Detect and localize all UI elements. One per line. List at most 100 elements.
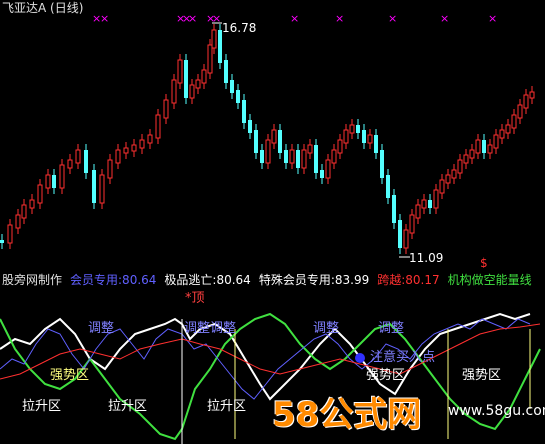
candle-body	[207, 44, 213, 74]
top-label: *顶	[185, 291, 205, 306]
candle-body	[29, 199, 35, 209]
candle-body	[171, 79, 177, 104]
candle-body	[67, 159, 73, 169]
member-value: 会员专用:80.64	[70, 273, 157, 287]
window-title: 飞亚达A (日线)	[2, 1, 84, 15]
candle-body	[278, 130, 282, 153]
candle-body	[374, 135, 378, 153]
dollar-marker: $	[480, 256, 488, 268]
escape-value: 极品逃亡:80.64	[164, 273, 251, 287]
candle-body	[99, 174, 105, 204]
candle-body	[331, 149, 337, 164]
watermark-logo: 58公式网	[272, 395, 422, 435]
special-value: 特殊会员专用:83.99	[258, 273, 370, 287]
pull-zone-label-2: 拉升区	[108, 399, 148, 414]
watermark-url: www.58gu.com	[448, 403, 545, 419]
candle-body	[439, 179, 445, 194]
candle-body	[469, 149, 475, 159]
strong-zone-label-1: 强势区	[50, 368, 90, 383]
candle-body	[421, 199, 427, 209]
candle-body	[265, 139, 271, 164]
candle-body	[84, 150, 88, 173]
watermark: 58公式网 www.58gu.com	[272, 385, 545, 435]
inst-label: 机构做空能量线	[447, 273, 532, 287]
candle-body	[37, 184, 43, 204]
candle-body	[195, 79, 201, 89]
adjust-label-2: 调整调整	[184, 321, 237, 336]
candle-body	[337, 139, 343, 154]
buy-point-label: 注意买入点	[370, 350, 436, 365]
candle-body	[403, 229, 409, 249]
candle-body	[242, 100, 246, 123]
candle-body	[314, 145, 318, 173]
candle-body	[409, 214, 415, 234]
pull-zone-label-1: 拉升区	[22, 399, 62, 414]
candle-body	[284, 150, 288, 163]
candle-body	[499, 129, 505, 139]
candle-body	[236, 90, 240, 103]
candle-body	[147, 134, 153, 144]
high-price-label: 16.78	[222, 21, 257, 35]
candle-body	[301, 149, 307, 169]
candle-body	[224, 60, 228, 83]
candle-body	[0, 240, 4, 243]
candle-body	[107, 159, 113, 179]
candle-body	[457, 159, 463, 174]
adjust-label-4: 调整	[378, 321, 405, 336]
candle-body	[155, 114, 161, 139]
candle-body	[398, 220, 402, 248]
candle-body	[428, 200, 432, 208]
strong-zone-label-3: 强势区	[462, 368, 502, 383]
low-price-label: 11.09	[409, 251, 444, 265]
cross-value: 跨越:80.17	[377, 273, 440, 287]
candle-body	[45, 174, 51, 189]
candle-body	[7, 224, 13, 244]
candle-body	[511, 114, 517, 129]
candle-body	[115, 149, 121, 164]
candle-body	[15, 214, 21, 229]
candle-body	[415, 204, 421, 219]
candle-body	[59, 164, 65, 189]
candle-body	[463, 154, 469, 164]
price-chart-panel[interactable]: ×× ××× ×× × × × × × $	[0, 0, 545, 268]
candle-body	[445, 174, 451, 184]
candle-body	[75, 149, 81, 164]
candle-body	[523, 94, 529, 109]
candle-body	[356, 125, 360, 133]
candle-body	[131, 144, 137, 152]
candle-body	[433, 189, 439, 209]
candle-body	[254, 130, 258, 153]
signal-marker: ×	[290, 12, 299, 25]
candle-body	[184, 60, 188, 98]
candle-body	[189, 84, 195, 99]
candle-body	[230, 80, 234, 93]
candle-body	[296, 150, 300, 168]
candle-body	[320, 170, 324, 178]
candle-body	[260, 150, 264, 163]
candle-body	[386, 175, 390, 198]
candle-body	[343, 129, 349, 144]
candle-body	[487, 144, 493, 154]
signal-marker: ×	[488, 12, 497, 25]
buy-point-dot	[355, 353, 365, 363]
signal-marker: ×	[100, 12, 109, 25]
source-label: 股旁网制作	[2, 273, 63, 287]
signal-marker: ×	[440, 12, 449, 25]
candle-body	[307, 144, 313, 154]
candle-body	[21, 204, 27, 219]
signal-marker: ×	[188, 12, 197, 25]
candle-body	[211, 29, 217, 49]
pull-zone-label-3: 拉升区	[207, 399, 247, 414]
candle-body	[177, 59, 183, 84]
candle-body	[201, 69, 207, 84]
signal-marker: ×	[335, 12, 344, 25]
candle-body	[92, 170, 96, 203]
candle-body	[325, 159, 331, 179]
candle-body	[349, 124, 355, 134]
candle-body	[380, 150, 384, 178]
candle-body	[289, 149, 295, 164]
strong-zone-label-2: 强势区	[366, 368, 406, 383]
candle-body	[362, 130, 366, 143]
candle-body	[163, 99, 169, 119]
candle-body	[139, 139, 145, 149]
